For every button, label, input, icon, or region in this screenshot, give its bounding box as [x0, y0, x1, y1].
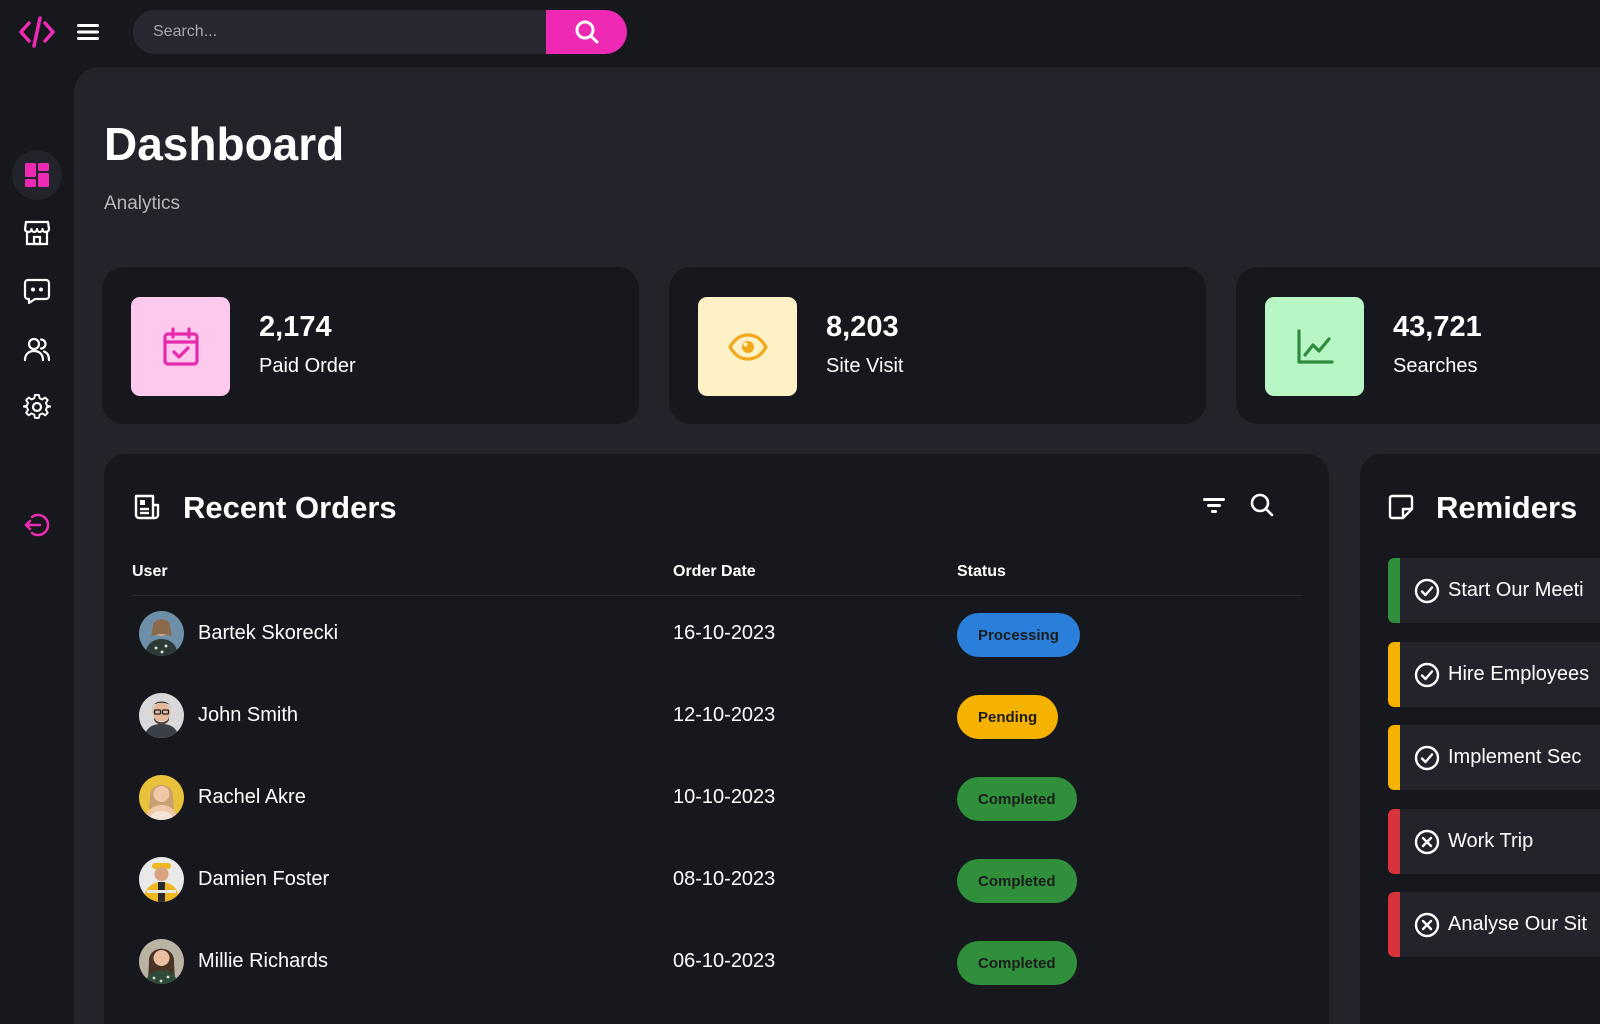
x-circle-icon[interactable]: [1414, 912, 1440, 938]
logout-icon: [24, 513, 50, 537]
order-date: 12-10-2023: [673, 704, 776, 726]
search-orders-icon[interactable]: [1247, 490, 1277, 520]
stat-card-paid-order[interactable]: 2,174 Paid Order: [102, 267, 639, 424]
calendar-check-icon: [131, 297, 230, 396]
status-badge: Completed: [957, 859, 1077, 903]
chat-icon: [23, 278, 51, 305]
recent-orders-panel: Recent Orders User Order Date Status Bar…: [104, 454, 1329, 1024]
sidebar-item-logout[interactable]: [12, 500, 62, 550]
sidebar-item-settings[interactable]: [12, 382, 62, 432]
order-date: 08-10-2023: [673, 868, 776, 890]
reminder-item[interactable]: Implement Sec: [1388, 725, 1600, 790]
check-circle-icon[interactable]: [1414, 578, 1440, 604]
reminder-item[interactable]: Hire Employees: [1388, 642, 1600, 707]
receipt-icon: [132, 492, 162, 522]
user-name: John Smith: [198, 704, 299, 726]
status-badge: Pending: [957, 695, 1059, 739]
stat-card-searches[interactable]: 43,721 Searches: [1236, 267, 1600, 424]
reminder-status-bar: [1388, 558, 1400, 623]
sidebar-item-store[interactable]: [12, 208, 62, 258]
reminder-item[interactable]: Work Trip: [1388, 809, 1600, 874]
reminder-item[interactable]: Analyse Our Sit: [1388, 892, 1600, 957]
logo-code-icon[interactable]: [17, 12, 57, 52]
reminders-title: Remiders: [1436, 490, 1578, 525]
column-header-order-date[interactable]: Order Date: [673, 563, 756, 581]
top-bar: [0, 0, 1600, 64]
reminder-status-bar: [1388, 642, 1400, 707]
dashboard-icon: [25, 163, 49, 187]
reminder-item[interactable]: Start Our Meeti: [1388, 558, 1600, 623]
page-subtitle: Analytics: [104, 193, 181, 214]
reminder-text: Implement Sec: [1448, 746, 1582, 768]
recent-orders-title: Recent Orders: [183, 490, 397, 525]
menu-hamburger-icon[interactable]: [76, 20, 100, 44]
page-title: Dashboard: [104, 118, 345, 170]
sidebar-item-chat[interactable]: [12, 266, 62, 316]
reminder-text: Hire Employees: [1448, 663, 1590, 685]
stat-label: Paid Order: [259, 355, 356, 377]
check-circle-icon[interactable]: [1414, 745, 1440, 771]
search-input[interactable]: [133, 10, 546, 54]
reminder-status-bar: [1388, 809, 1400, 874]
users-icon: [23, 337, 51, 362]
stat-label: Site Visit: [826, 355, 904, 377]
search-bar: [133, 10, 627, 54]
avatar: [139, 611, 184, 656]
main-content: Dashboard Analytics 2,174 Paid Order 8,2…: [74, 67, 1600, 1024]
search-icon: [575, 20, 598, 44]
column-header-status[interactable]: Status: [957, 563, 1006, 581]
user-name: Millie Richards: [198, 950, 329, 972]
stat-card-site-visit[interactable]: 8,203 Site Visit: [669, 267, 1206, 424]
chart-line-icon: [1265, 297, 1364, 396]
filter-icon[interactable]: [1199, 490, 1229, 520]
store-icon: [23, 220, 51, 246]
user-name: Damien Foster: [198, 868, 330, 890]
reminder-text: Start Our Meeti: [1448, 579, 1584, 601]
user-name: Bartek Skorecki: [198, 622, 339, 644]
table-row[interactable]: Bartek Skorecki 16-10-2023 Processing: [132, 593, 1303, 673]
sidebar-item-users[interactable]: [12, 324, 62, 374]
column-header-user[interactable]: User: [132, 563, 168, 581]
table-row[interactable]: Rachel Akre 10-10-2023 Completed: [132, 757, 1303, 837]
stat-value: 43,721: [1393, 311, 1482, 343]
stat-value: 8,203: [826, 311, 899, 343]
reminder-status-bar: [1388, 725, 1400, 790]
avatar: [139, 857, 184, 902]
avatar: [139, 939, 184, 984]
stat-value: 2,174: [259, 311, 332, 343]
search-button[interactable]: [546, 10, 627, 54]
reminder-text: Work Trip: [1448, 830, 1534, 852]
gear-icon: [23, 393, 51, 419]
table-row[interactable]: Damien Foster 08-10-2023 Completed: [132, 839, 1303, 919]
order-date: 16-10-2023: [673, 622, 776, 644]
order-date: 10-10-2023: [673, 786, 776, 808]
table-row[interactable]: Millie Richards 06-10-2023 Completed: [132, 921, 1303, 1001]
order-date: 06-10-2023: [673, 950, 776, 972]
status-badge: Processing: [957, 613, 1080, 657]
reminder-text: Analyse Our Sit: [1448, 913, 1587, 935]
reminders-panel: Remiders Start Our Meeti Hire Employees …: [1360, 454, 1600, 1024]
status-badge: Completed: [957, 941, 1077, 985]
status-badge: Completed: [957, 777, 1077, 821]
sidebar-item-dashboard[interactable]: [12, 150, 62, 200]
reminder-status-bar: [1388, 892, 1400, 957]
stat-label: Searches: [1393, 355, 1478, 377]
sidebar: [0, 64, 74, 1024]
eye-icon: [698, 297, 797, 396]
note-icon: [1386, 492, 1416, 522]
user-name: Rachel Akre: [198, 786, 306, 808]
avatar: [139, 775, 184, 820]
avatar: [139, 693, 184, 738]
x-circle-icon[interactable]: [1414, 829, 1440, 855]
check-circle-icon[interactable]: [1414, 662, 1440, 688]
table-row[interactable]: John Smith 12-10-2023 Pending: [132, 675, 1303, 755]
